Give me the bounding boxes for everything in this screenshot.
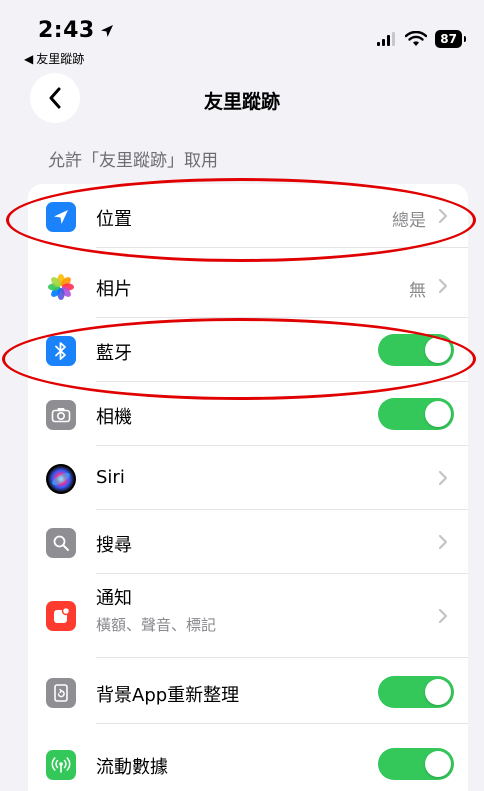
row-separator — [96, 247, 468, 248]
row-camera-label: 相機 — [96, 407, 132, 428]
row-separator — [96, 657, 468, 658]
back-app-label: 友里蹤跡 — [36, 52, 85, 66]
row-search[interactable]: 搜尋 — [28, 510, 468, 574]
cellular-data-icon — [46, 750, 76, 780]
signal-icon — [377, 32, 396, 46]
toggle-knob — [425, 337, 451, 363]
page-title: 友里蹤跡 — [203, 91, 280, 113]
row-notifications[interactable]: 通知 橫額、聲音、標記 — [28, 574, 468, 658]
search-icon — [46, 528, 76, 558]
background-refresh-toggle[interactable] — [378, 676, 454, 708]
row-photos[interactable]: 相片 無 — [28, 254, 468, 318]
settings-screen: 2:43 ◀ 友里蹤跡 87 友里蹤跡 允許「友里蹤跡」取用 位置 總是 相片 … — [0, 0, 484, 791]
toggle-knob — [425, 751, 451, 777]
chevron-right-icon — [438, 278, 448, 294]
row-search-label: 搜尋 — [96, 535, 132, 556]
row-location-label: 位置 — [96, 209, 132, 230]
battery-icon: 87 — [435, 30, 466, 48]
toggle-knob — [425, 401, 451, 427]
row-notifications-label: 通知 — [96, 588, 132, 609]
notification-icon — [46, 601, 76, 631]
row-siri-label: Siri — [96, 467, 125, 488]
camera-icon — [46, 400, 76, 430]
row-separator — [96, 723, 468, 724]
status-time: 2:43 — [38, 18, 115, 43]
row-camera: 相機 — [28, 382, 468, 446]
row-location[interactable]: 位置 總是 — [28, 184, 468, 248]
siri-icon — [46, 464, 76, 494]
background-refresh-icon — [46, 678, 76, 708]
row-bluetooth: 藍牙 — [28, 318, 468, 382]
status-indicators: 87 — [377, 30, 466, 48]
chevron-right-icon — [438, 608, 448, 624]
row-photos-value: 無 — [409, 281, 426, 301]
row-cellular-label: 流動數據 — [96, 757, 168, 778]
row-cellular: 流動數據 — [28, 732, 468, 791]
row-background-refresh-label: 背景App重新整理 — [96, 685, 240, 706]
row-background-refresh: 背景App重新整理 — [28, 660, 468, 724]
row-siri[interactable]: Siri — [28, 446, 468, 510]
cellular-toggle[interactable] — [378, 748, 454, 780]
row-location-value: 總是 — [392, 211, 426, 231]
wifi-icon — [405, 31, 428, 46]
chevron-right-icon — [438, 534, 448, 550]
camera-toggle[interactable] — [378, 398, 454, 430]
bluetooth-icon — [46, 336, 76, 366]
back-to-app-link[interactable]: ◀ 友里蹤跡 — [24, 50, 84, 67]
section-header: 允許「友里蹤跡」取用 — [48, 151, 218, 171]
row-notifications-sublabel: 橫額、聲音、標記 — [96, 616, 217, 634]
status-time-text: 2:43 — [38, 18, 95, 43]
row-photos-label: 相片 — [96, 279, 132, 300]
row-bluetooth-label: 藍牙 — [96, 343, 132, 364]
location-icon — [46, 202, 76, 232]
photos-icon — [46, 272, 76, 302]
chevron-right-icon — [438, 208, 448, 224]
back-triangle-icon: ◀ — [24, 51, 34, 66]
bluetooth-toggle[interactable] — [378, 334, 454, 366]
permissions-list: 位置 總是 相片 無 藍牙 相機 Siri 搜尋 通知 橫額、聲音、標記 背景A… — [28, 184, 468, 791]
chevron-right-icon — [438, 470, 448, 486]
location-arrow-icon — [100, 24, 113, 37]
toggle-knob — [425, 679, 451, 705]
